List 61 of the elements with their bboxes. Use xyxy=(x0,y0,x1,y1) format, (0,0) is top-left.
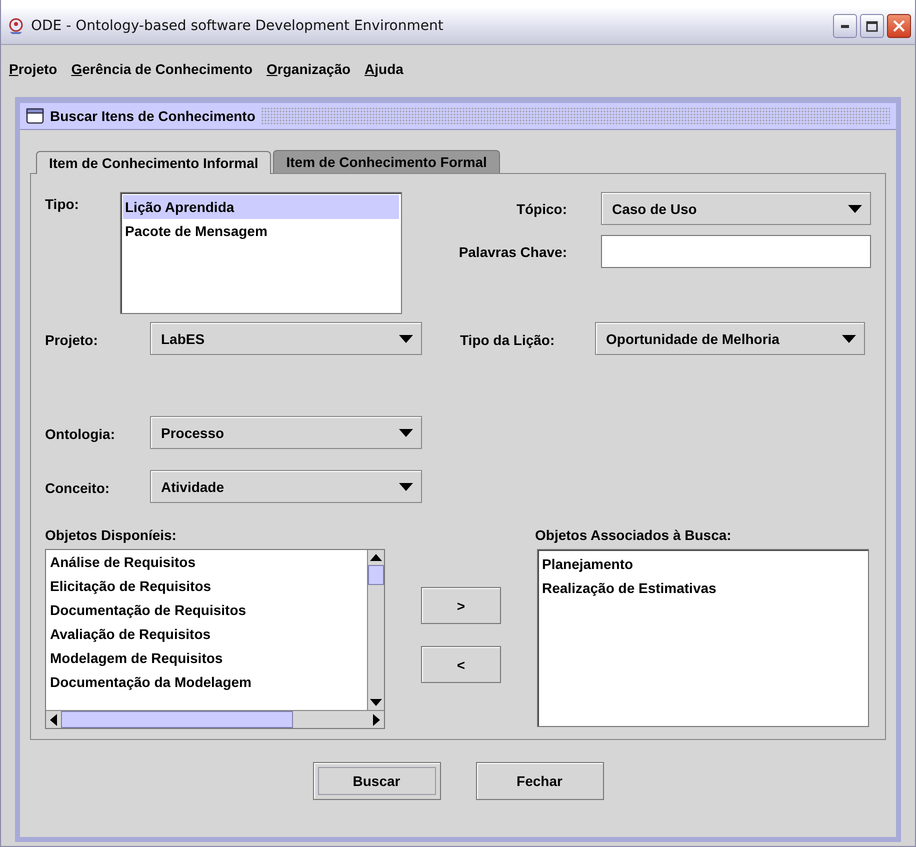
menu-item[interactable]: Organização xyxy=(266,61,351,77)
dropdown[interactable]: LabES xyxy=(150,322,422,355)
minimize-icon xyxy=(841,24,849,28)
list-item[interactable]: Documentação de Requisitos xyxy=(48,598,368,622)
list-box[interactable]: Lição Aprendida Pacote de Mensagem xyxy=(120,192,402,314)
field-label: Projeto: xyxy=(45,331,99,348)
frame-title: Buscar Itens de Conhecimento xyxy=(50,108,256,124)
list-label: Objetos Associados à Busca: xyxy=(535,527,732,543)
scroll-thumb[interactable] xyxy=(61,711,293,728)
dropdown[interactable]: Processo xyxy=(150,416,422,449)
list-box[interactable]: Planejamento Realização de Estimativas xyxy=(537,549,869,727)
dropdown-arrow-icon xyxy=(848,204,862,212)
scroll-left-icon xyxy=(50,714,57,726)
field-label: Tópico: xyxy=(516,200,567,216)
minimize-button[interactable] xyxy=(833,14,857,38)
list-label: Objetos Disponíeis: xyxy=(45,527,178,543)
scroll-thumb[interactable] xyxy=(368,565,384,585)
maximize-button[interactable] xyxy=(860,14,884,38)
field-label: Tipo: xyxy=(45,195,80,212)
scroll-right-icon xyxy=(373,714,380,726)
list-item[interactable]: Documentação da Modelagem xyxy=(48,670,368,694)
list-item[interactable]: Pacote de Mensagem xyxy=(123,219,399,243)
list-item[interactable]: Lição Aprendida xyxy=(123,195,399,219)
list-item[interactable]: Avaliação de Requisitos xyxy=(48,622,368,646)
menu-item[interactable]: Gerência de Conhecimento xyxy=(71,61,253,77)
app-icon xyxy=(7,17,25,35)
dialog-button[interactable]: Fechar xyxy=(476,762,604,800)
close-button[interactable] xyxy=(887,14,911,38)
menu-item[interactable]: Ajuda xyxy=(364,61,404,77)
move-button[interactable]: > xyxy=(421,587,501,624)
list-box[interactable]: Análise de Requisitos Elicitação de Requisitos Documentação de Requisitos Avaliação de Requisitos Modelagem de Requisitos Documentação da Modelagem xyxy=(45,549,385,729)
menu-item[interactable]: Projeto xyxy=(9,61,58,77)
field-label: Palavras Chave: xyxy=(458,244,567,260)
list-item[interactable]: Elicitação de Requisitos xyxy=(48,574,368,598)
dropdown[interactable]: Atividade xyxy=(150,470,422,503)
field-label: Ontologia: xyxy=(45,425,116,442)
list-item[interactable]: Modelagem de Requisitos xyxy=(48,646,368,670)
vertical-scrollbar[interactable] xyxy=(367,550,384,710)
list-item[interactable]: Planejamento xyxy=(540,552,866,576)
scroll-down-icon xyxy=(370,699,382,706)
dropdown[interactable]: Caso de Uso xyxy=(601,192,871,225)
close-icon xyxy=(893,20,905,32)
tab[interactable]: Item de Conhecimento Informal xyxy=(36,151,272,174)
dropdown-arrow-icon xyxy=(842,334,856,342)
dropdown-arrow-icon xyxy=(399,428,413,436)
field-label: Tipo da Lição: xyxy=(460,331,556,348)
list-item[interactable]: Análise de Requisitos xyxy=(48,550,368,574)
keywords-field[interactable] xyxy=(601,235,871,268)
field-label: Conceito: xyxy=(45,479,111,496)
tab[interactable]: Item de Conhecimento Formal xyxy=(273,150,500,173)
dropdown-arrow-icon xyxy=(399,334,413,342)
horizontal-scrollbar[interactable] xyxy=(46,710,384,728)
dropdown-arrow-icon xyxy=(399,482,413,490)
maximize-icon xyxy=(866,20,878,32)
scroll-up-icon xyxy=(370,554,382,561)
list-item[interactable]: Realização de Estimativas xyxy=(540,576,866,600)
window-icon xyxy=(26,108,44,124)
dialog-button[interactable]: Buscar xyxy=(312,762,440,800)
dropdown[interactable]: Oportunidade de Melhoria xyxy=(595,322,865,355)
window-title: ODE - Ontology-based software Development Environment xyxy=(31,18,444,34)
move-button[interactable]: < xyxy=(421,646,501,683)
